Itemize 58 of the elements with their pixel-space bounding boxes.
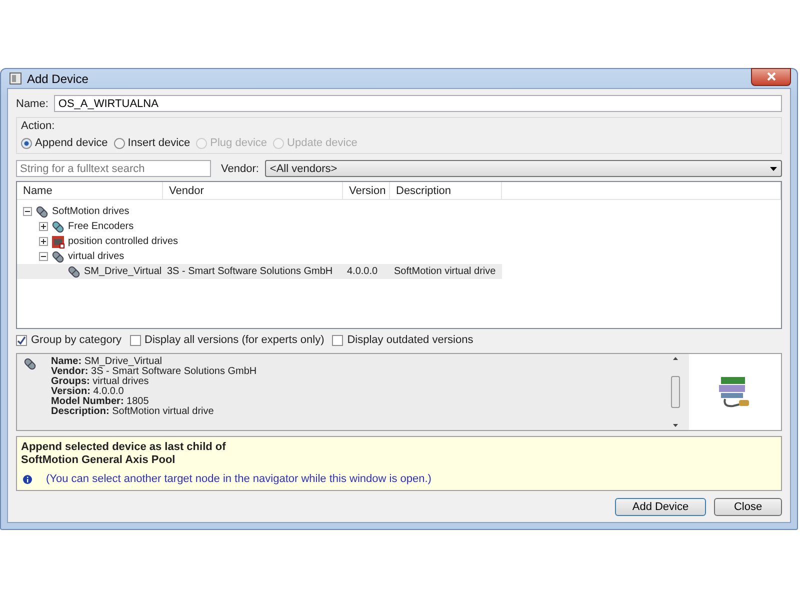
plug-icon [67,264,81,278]
group-label: Action: [21,120,56,132]
detail-line: Groups: virtual drives [51,377,150,387]
column-header[interactable]: Name [17,182,163,200]
checkbox[interactable]: Display all versions (for experts only) [130,334,324,346]
plug-icon [23,357,37,371]
info-icon [23,474,32,484]
tree-row[interactable]: position controlled drives [17,234,502,249]
collapse-icon[interactable] [39,252,48,261]
window-title: Add Device [27,72,88,86]
column-header[interactable]: Version [343,182,390,200]
scrollbar[interactable] [670,357,681,427]
checkbox[interactable]: Display outdated versions [332,334,474,346]
field-label: Name: [16,98,48,110]
tree-row[interactable]: virtual drives [17,249,502,264]
plug-icon [51,250,65,264]
table-cell-text: 4.0.0.0 [346,266,379,277]
close-icon [766,72,776,81]
field-label: Vendor: [221,162,259,174]
tree-item-label: position controlled drives [68,236,178,247]
checkmark-icon [17,336,26,344]
scroll-up-icon[interactable] [673,357,678,360]
hint-text: Append selected device as last child of [21,441,227,454]
vendor-dropdown[interactable]: <All vendors> [264,160,782,177]
tree-row[interactable]: SoftMotion drives [17,204,502,219]
tree-row[interactable]: SM_Drive_Virtual 3S - Smart Software Solutions GmbH 4.0.0.0 SoftMotion virtual drive [17,264,502,279]
info-note: (You can select another target node in the navigator while this window is open.) [46,473,432,485]
detail-line: Version: 4.0.0.0 [51,387,125,397]
dropdown-arrow-icon [770,166,777,170]
hint-text: SoftMotion General Axis Pool [21,454,176,467]
detail-line: Name: SM_Drive_Virtual [51,357,162,367]
name-field[interactable]: OS_A_WIRTUALNA [54,95,782,112]
tree-item-label: Free Encoders [68,221,134,232]
column-header[interactable]: Description [390,182,502,200]
close-button[interactable] [751,68,791,86]
collapse-icon[interactable] [23,207,32,216]
detail-line: Description: SoftMotion virtual drive [51,407,215,417]
checkbox[interactable]: Group by category [16,334,122,346]
tree-item-label: SoftMotion drives [52,206,130,217]
expand-icon[interactable] [39,222,48,231]
column-header[interactable]: Vendor [163,182,343,200]
search-field[interactable]: String for a fulltext search [16,160,211,177]
table-cell-text: SoftMotion virtual drive [393,266,497,277]
detail-line: Model Number: 1805 [51,397,149,407]
tree-item-label: SM_Drive_Virtual [84,266,162,277]
window-icon [9,72,22,85]
add-device-button[interactable]: Add Device [615,498,706,516]
radio-button[interactable]: Append device [21,137,108,149]
scroll-down-icon[interactable] [673,424,678,427]
plug-icon [51,220,65,234]
plug-icon [35,204,49,218]
table-cell-text: 3S - Smart Software Solutions GmbH [166,266,334,277]
radio-button[interactable]: Insert device [114,137,190,149]
expand-icon[interactable] [39,237,48,246]
close-dialog-button[interactable]: Close [714,498,782,516]
tree-item-label: virtual drives [68,251,124,262]
detail-line: Vendor: 3S - Smart Software Solutions GmbH [51,367,257,377]
tree-row[interactable]: Free Encoders [17,219,502,234]
